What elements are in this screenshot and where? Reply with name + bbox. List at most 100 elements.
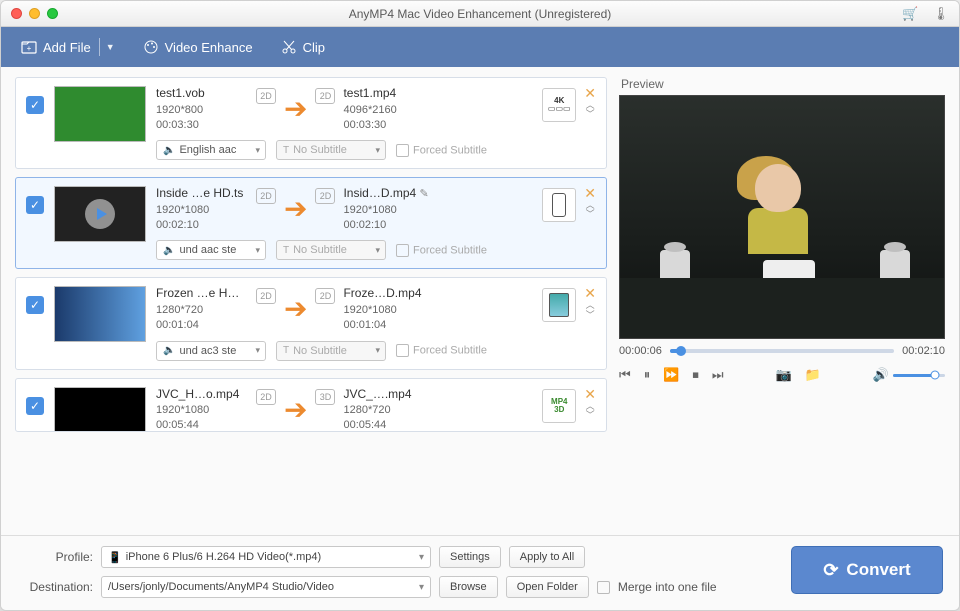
file-item[interactable]: ✓ Frozen …e HD.ts 1280*720 00:01:04 2D ➔… bbox=[15, 277, 607, 369]
dest-duration: 00:02:10 bbox=[343, 218, 435, 232]
settings-button[interactable]: Settings bbox=[439, 546, 501, 568]
item-checkbox[interactable]: ✓ bbox=[26, 196, 44, 214]
edit-icon[interactable]: ✎ bbox=[420, 188, 429, 200]
thumbnail[interactable] bbox=[54, 86, 146, 142]
file-item[interactable]: ✓ Inside …e HD.ts 1920*1080 00:02:10 2D … bbox=[15, 177, 607, 269]
apply-all-button[interactable]: Apply to All bbox=[509, 546, 585, 568]
next-button[interactable]: ⏭ bbox=[712, 367, 724, 383]
move-down-icon[interactable]: ﹀ bbox=[586, 111, 595, 118]
remove-icon[interactable]: ✕ bbox=[584, 86, 596, 100]
speaker-icon: 🔈 bbox=[163, 245, 175, 256]
palette-icon bbox=[143, 39, 159, 55]
dest-mode-badge: 2D bbox=[315, 288, 335, 304]
volume-icon[interactable]: 🔊 bbox=[873, 367, 889, 383]
preview-seek-slider[interactable] bbox=[670, 349, 894, 353]
move-up-icon[interactable]: ︿ bbox=[586, 302, 595, 309]
forced-subtitle-checkbox[interactable]: Forced Subtitle bbox=[396, 244, 487, 257]
add-file-dropdown-icon[interactable]: ▼ bbox=[106, 42, 115, 52]
play-overlay-icon bbox=[85, 199, 115, 229]
destination-input[interactable]: /Users/jonly/Documents/AnyMP4 Studio/Vid… bbox=[101, 576, 431, 598]
dest-filename: Insid…D.mp4 ✎ bbox=[343, 186, 435, 202]
arrow-icon: ➔ bbox=[284, 195, 307, 223]
audio-select[interactable]: 🔈und ac3 ste bbox=[156, 341, 266, 361]
add-file-button[interactable]: + Add File ▼ bbox=[21, 38, 115, 56]
audio-select[interactable]: 🔈English aac bbox=[156, 140, 266, 160]
source-mode-badge: 2D bbox=[256, 389, 276, 405]
file-list: ✓ test1.vob 1920*800 00:03:30 2D ➔ 2D te… bbox=[15, 77, 607, 529]
format-icon[interactable] bbox=[542, 288, 576, 322]
arrow-icon: ➔ bbox=[284, 295, 307, 323]
profile-select[interactable]: 📱 iPhone 6 Plus/6 H.264 HD Video(*.mp4) bbox=[101, 546, 431, 568]
source-resolution: 1920*1080 bbox=[156, 403, 248, 417]
move-up-icon[interactable]: ︿ bbox=[586, 202, 595, 209]
source-mode-badge: 2D bbox=[256, 188, 276, 204]
video-enhance-label: Video Enhance bbox=[165, 40, 253, 55]
add-file-icon: + bbox=[21, 39, 37, 55]
forced-subtitle-checkbox[interactable]: Forced Subtitle bbox=[396, 344, 487, 357]
remove-icon[interactable]: ✕ bbox=[584, 387, 596, 401]
move-up-icon[interactable]: ︿ bbox=[586, 102, 595, 109]
pause-button[interactable]: ⏸ bbox=[644, 367, 651, 383]
add-file-label: Add File bbox=[43, 40, 91, 55]
profile-label: Profile: bbox=[17, 550, 93, 564]
thumbnail[interactable] bbox=[54, 186, 146, 242]
move-down-icon[interactable]: ﹀ bbox=[586, 312, 595, 319]
remove-icon[interactable]: ✕ bbox=[584, 186, 596, 200]
format-icon[interactable]: 4K▭▭▭ bbox=[542, 88, 576, 122]
subtitle-select[interactable]: TNo Subtitle bbox=[276, 240, 386, 260]
move-down-icon[interactable]: ﹀ bbox=[586, 412, 595, 419]
preview-title: Preview bbox=[619, 77, 945, 91]
prev-button[interactable]: ⏮ bbox=[619, 367, 631, 383]
format-icon[interactable]: MP43D bbox=[542, 389, 576, 423]
fast-forward-button[interactable]: ⏩ bbox=[663, 367, 679, 383]
dest-duration: 00:03:30 bbox=[343, 118, 435, 132]
clip-button[interactable]: Clip bbox=[281, 39, 325, 55]
source-duration: 00:03:30 bbox=[156, 118, 248, 132]
convert-button[interactable]: ⟳ Convert bbox=[791, 546, 943, 594]
source-duration: 00:02:10 bbox=[156, 218, 248, 232]
subtitle-select[interactable]: TNo Subtitle bbox=[276, 341, 386, 361]
file-item[interactable]: ✓ test1.vob 1920*800 00:03:30 2D ➔ 2D te… bbox=[15, 77, 607, 169]
move-up-icon[interactable]: ︿ bbox=[586, 403, 595, 410]
item-checkbox[interactable]: ✓ bbox=[26, 96, 44, 114]
video-enhance-button[interactable]: Video Enhance bbox=[143, 39, 253, 55]
source-duration: 00:01:04 bbox=[156, 318, 248, 332]
audio-select[interactable]: 🔈und aac ste bbox=[156, 240, 266, 260]
thumbnail[interactable] bbox=[54, 286, 146, 342]
arrow-icon: ➔ bbox=[284, 95, 307, 123]
dest-duration: 00:01:04 bbox=[343, 318, 435, 332]
app-window: AnyMP4 Mac Video Enhancement (Unregister… bbox=[0, 0, 960, 611]
file-item[interactable]: ✓ JVC_H…o.mp4 1920*1080 00:05:44 2D ➔ 3D… bbox=[15, 378, 607, 432]
source-filename: test1.vob bbox=[156, 86, 248, 102]
dest-resolution: 1920*1080 bbox=[343, 203, 435, 217]
footer: Profile: 📱 iPhone 6 Plus/6 H.264 HD Vide… bbox=[1, 535, 959, 610]
subtitle-select[interactable]: TNo Subtitle bbox=[276, 140, 386, 160]
browse-button[interactable]: Browse bbox=[439, 576, 498, 598]
item-checkbox[interactable]: ✓ bbox=[26, 397, 44, 415]
forced-subtitle-checkbox[interactable]: Forced Subtitle bbox=[396, 144, 487, 157]
merge-checkbox[interactable]: Merge into one file bbox=[597, 580, 717, 594]
open-folder-button[interactable]: 📁 bbox=[805, 367, 821, 383]
dest-filename: test1.mp4 bbox=[343, 86, 435, 102]
dest-filename: JVC_….mp4 bbox=[343, 387, 435, 403]
format-icon[interactable] bbox=[542, 188, 576, 222]
snapshot-button[interactable]: 📷 bbox=[776, 367, 792, 383]
profile-value: iPhone 6 Plus/6 H.264 HD Video(*.mp4) bbox=[126, 551, 321, 563]
remove-icon[interactable]: ✕ bbox=[584, 286, 596, 300]
preview-panel: Preview 00:00:06 00:02:10 ⏮ ⏸ ⏩ ⏹ ⏭ bbox=[619, 77, 945, 529]
speaker-icon: 🔈 bbox=[163, 145, 175, 156]
item-checkbox[interactable]: ✓ bbox=[26, 296, 44, 314]
preview-time-current: 00:00:06 bbox=[619, 345, 662, 357]
checkbox-icon bbox=[597, 581, 610, 594]
open-folder-button-footer[interactable]: Open Folder bbox=[506, 576, 589, 598]
move-down-icon[interactable]: ﹀ bbox=[586, 211, 595, 218]
preview-video[interactable] bbox=[619, 95, 945, 339]
stop-button[interactable]: ⏹ bbox=[692, 367, 699, 383]
thumbnail[interactable] bbox=[54, 387, 146, 432]
window-title: AnyMP4 Mac Video Enhancement (Unregister… bbox=[1, 7, 959, 21]
volume-slider[interactable] bbox=[893, 374, 945, 377]
text-icon: T bbox=[283, 145, 289, 156]
source-resolution: 1280*720 bbox=[156, 303, 248, 317]
source-filename: Frozen …e HD.ts bbox=[156, 286, 248, 302]
convert-icon: ⟳ bbox=[823, 560, 838, 581]
